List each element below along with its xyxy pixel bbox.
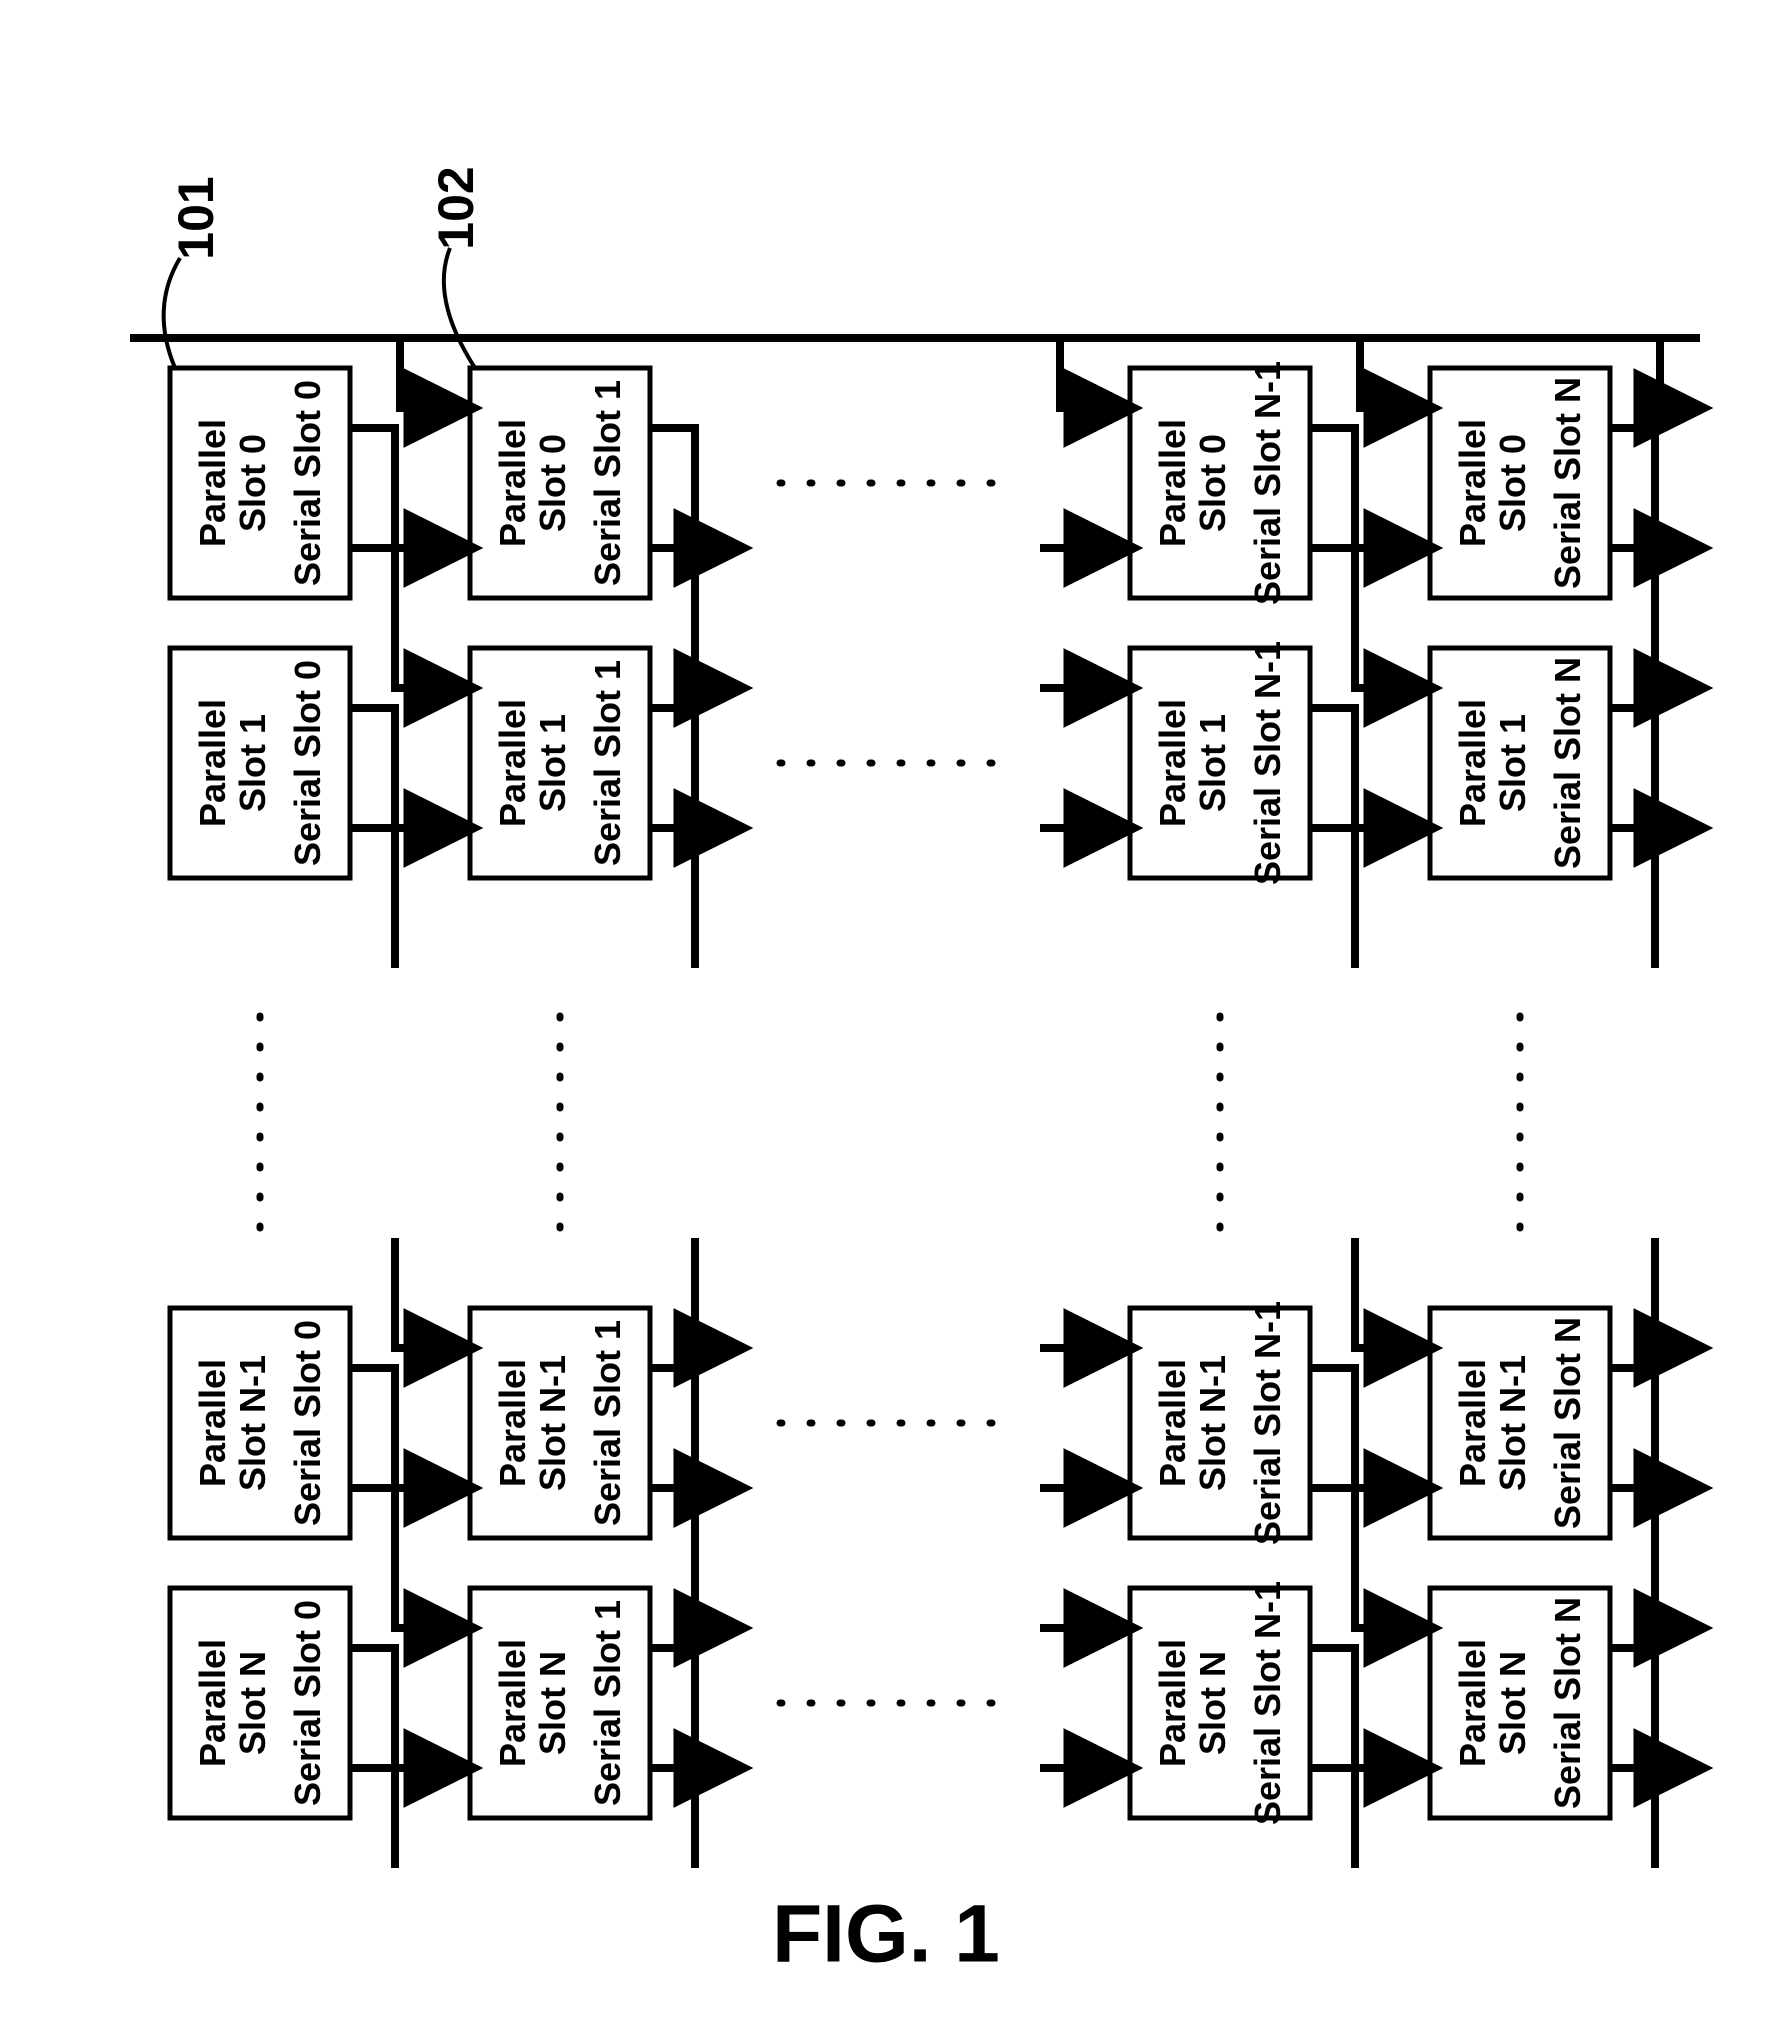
- cell-pN-s1: ParallelSlot NSerial Slot 1: [470, 1588, 650, 1818]
- cell-p1-s0: ParallelSlot 1Serial Slot 0: [170, 648, 350, 878]
- cell-pN1-sN1: ParallelSlot N-1Serial Slot N-1: [1130, 1301, 1310, 1545]
- cell-p0-s0: ParallelSlot 0Serial Slot 0: [170, 368, 350, 598]
- ellipses: [260, 483, 1520, 1703]
- cell-p0-sN: ParallelSlot 0Serial Slot N: [1430, 368, 1610, 598]
- svg-text:102: 102: [428, 166, 484, 249]
- cell-p0-sN1: ParallelSlot 0Serial Slot N-1: [1130, 361, 1310, 605]
- cell-pN-sN: ParallelSlot NSerial Slot N: [1430, 1588, 1610, 1818]
- cell-pN1-sN: ParallelSlot N-1Serial Slot N: [1430, 1308, 1610, 1538]
- figure-caption: FIG. 1: [772, 1889, 1000, 1980]
- cell-p1-sN: ParallelSlot 1Serial Slot N: [1430, 648, 1610, 878]
- cell-pN-sN1: ParallelSlot NSerial Slot N-1: [1130, 1581, 1310, 1825]
- svg-text:101: 101: [168, 176, 224, 259]
- cell-pN-s0: ParallelSlot NSerial Slot 0: [170, 1588, 350, 1818]
- figure-svg: ParallelSlot 0Serial Slot 0 ParallelSlot…: [0, 0, 1772, 2028]
- cell-pN1-s1: ParallelSlot N-1Serial Slot 1: [470, 1308, 650, 1538]
- cell-pN1-s0: ParallelSlot N-1Serial Slot 0: [170, 1308, 350, 1538]
- cell-p1-sN1: ParallelSlot 1Serial Slot N-1: [1130, 641, 1310, 885]
- cell-p1-s1: ParallelSlot 1Serial Slot 1: [470, 648, 650, 878]
- cell-p0-s1: ParallelSlot 0Serial Slot 1: [470, 368, 650, 598]
